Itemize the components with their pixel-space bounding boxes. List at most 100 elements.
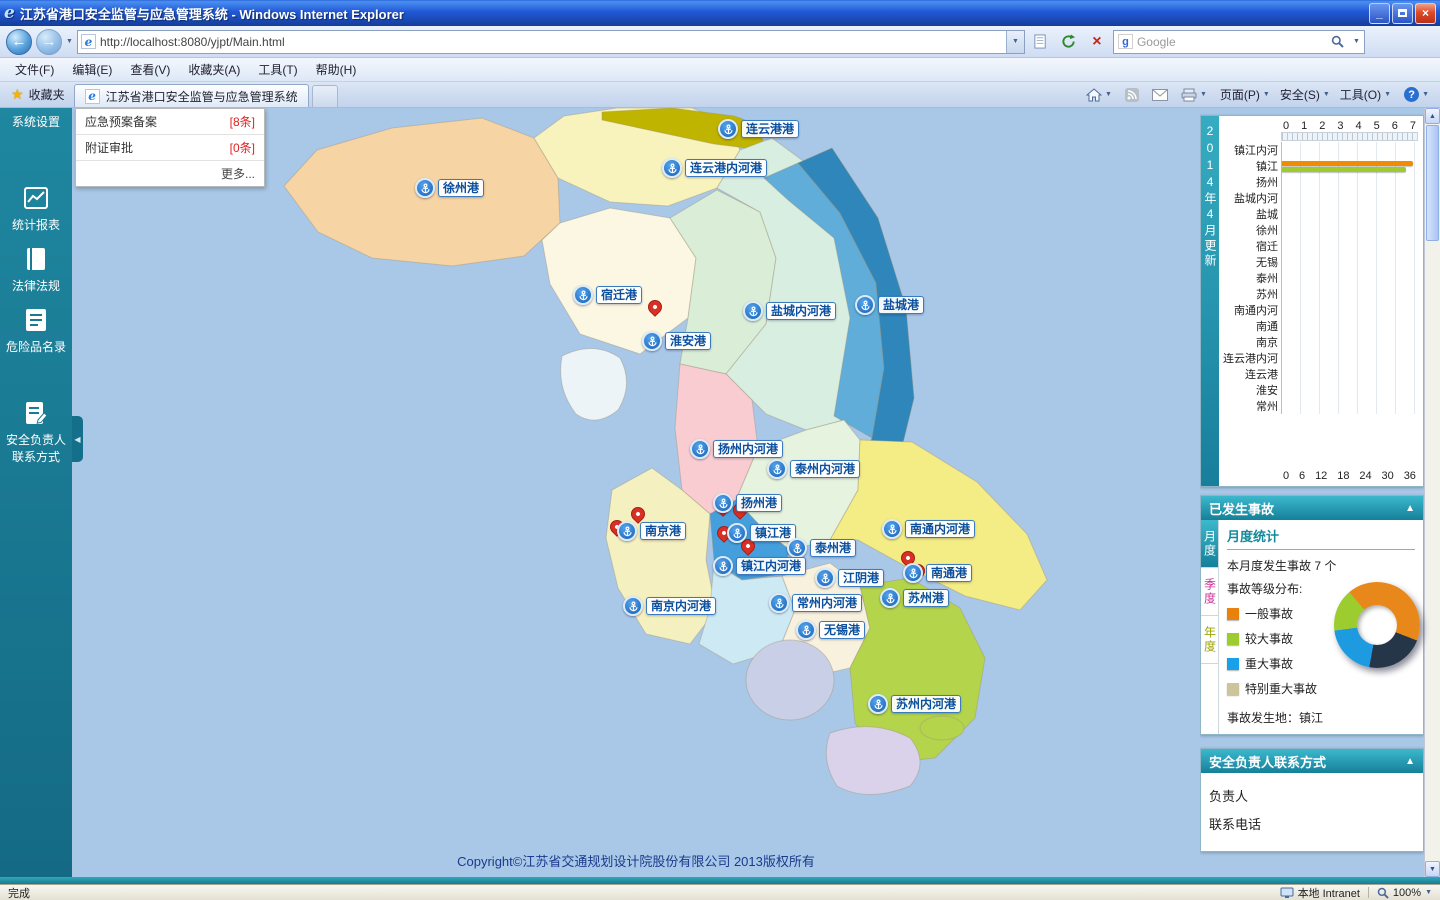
accident-period-tab[interactable]: 年度 [1201,616,1218,664]
chart-row-label: 常州 [1256,401,1278,413]
back-button[interactable]: ← [6,28,32,55]
port-marker[interactable]: 南通港 [903,563,973,583]
port-marker[interactable]: 镇江港 [727,523,797,543]
mail-button[interactable] [1147,87,1173,103]
menu-item[interactable]: 收藏夹(A) [179,58,249,81]
google-icon: g [1117,34,1133,49]
search-box[interactable]: g Google ▼ [1112,29,1365,54]
scroll-thumb[interactable] [1426,125,1439,241]
chart-tickband [1281,132,1418,141]
port-label: 泰州内河港 [790,460,861,478]
port-marker[interactable]: 宿迁港 [573,285,643,305]
magnifier-icon [1377,887,1389,899]
forward-button[interactable]: → [36,28,62,55]
chart-row-bars [1281,206,1418,222]
contact-panel-title: 安全负责人联系方式 [1209,754,1327,770]
port-marker[interactable]: 泰州港 [787,538,857,558]
help-button[interactable]: ? ▼ [1399,85,1434,104]
scroll-up-button[interactable]: ▲ [1425,108,1440,124]
axis-tick: 36 [1403,470,1416,482]
port-marker[interactable]: 无锡港 [796,620,866,640]
collapse-up-icon[interactable]: ▲ [1405,503,1415,514]
stop-button[interactable]: × [1085,30,1109,54]
sidebar-collapse-handle[interactable]: ◀ [72,416,83,462]
minimize-button[interactable]: _ [1369,2,1390,24]
sidebar-item[interactable]: 危险品名录 [0,301,72,362]
chart-row-label: 南京 [1256,337,1278,349]
home-button[interactable]: ▼ [1081,86,1117,104]
port-marker[interactable]: 盐城港 [855,295,925,315]
collapse-up-icon[interactable]: ▲ [1405,756,1415,767]
print-button[interactable]: ▼ [1176,86,1212,104]
notice-row[interactable]: 附证审批 [0条] [76,135,264,161]
port-marker[interactable]: 南京港 [617,521,687,541]
sidebar-item-label: 统计报表 [11,218,60,232]
favorites-label: 收藏夹 [28,88,65,102]
menu-item[interactable]: 文件(F) [6,58,63,81]
contact-panel-header[interactable]: 安全负责人联系方式 ▲ [1201,749,1423,773]
menu-item[interactable]: 编辑(E) [63,58,121,81]
port-marker[interactable]: 盐城内河港 [743,301,837,321]
port-marker[interactable]: 徐州港 [415,178,485,198]
toolbar-button[interactable]: 页面(P) ▼ [1215,84,1275,105]
search-button[interactable] [1325,30,1349,54]
accident-period-tab[interactable]: 季度 [1201,568,1218,616]
close-button[interactable]: × [1415,2,1436,24]
compatibility-view-button[interactable] [1029,30,1053,54]
accident-period-tab[interactable]: 月度 [1201,520,1218,568]
notice-more-link[interactable]: 更多... [76,161,264,186]
vertical-scrollbar[interactable]: ▲ ▼ [1424,108,1440,877]
browser-tab[interactable]: e 江苏省港口安全监管与应急管理系统 [73,84,309,107]
toolbar-button[interactable]: 安全(S) ▼ [1275,84,1335,105]
url-dropdown[interactable]: ▼ [1005,30,1024,53]
port-marker[interactable]: 苏州内河港 [868,694,962,714]
port-marker[interactable]: 江阴港 [815,568,885,588]
axis-tick: 5 [1373,120,1380,132]
port-marker[interactable]: 扬州港 [713,493,783,513]
port-marker[interactable]: 南京内河港 [623,596,717,616]
port-marker[interactable]: 镇江内河港 [713,556,807,576]
menu-item[interactable]: 查看(V) [121,58,179,81]
notice-row[interactable]: 应急预案备案 [8条] [76,109,264,135]
port-marker[interactable]: 常州内河港 [769,593,863,613]
chart-row: 盐城 [1219,206,1418,222]
favorites-button[interactable]: ★ 收藏夹 [2,82,74,107]
scroll-track[interactable] [1425,242,1440,861]
port-marker[interactable]: 淮安港 [642,331,712,351]
toolbar-button[interactable]: 工具(O) ▼ [1335,84,1396,105]
accident-panel-header[interactable]: 已发生事故 ▲ [1201,496,1423,520]
zoom-control[interactable]: 100% ▼ [1377,887,1432,899]
url-field[interactable]: e http://localhost:8080/yjpt/Main.html ▼ [76,29,1025,54]
rss-icon [1124,87,1139,102]
title-bar: e 江苏省港口安全监管与应急管理系统 - Windows Internet Ex… [0,0,1440,26]
map-area[interactable]: 连云港港连云港内河港徐州港宿迁港淮安港 盐城内河港 盐城港扬州内河港 泰州内河港 扬州港… [72,108,1200,877]
chart-row-label: 南通内河 [1234,305,1278,317]
sidebar-item-label: 安全负责人 联系方式 [5,433,66,464]
history-dropdown[interactable]: ▼ [66,38,73,45]
status-text: 完成 [8,887,30,900]
scroll-down-button[interactable]: ▼ [1425,861,1440,877]
incident-pin-icon[interactable] [645,297,665,317]
sidebar-item[interactable]: 安全负责人 联系方式 [0,394,72,472]
sidebar-item[interactable]: 统计报表 [0,179,72,240]
axis-tick: 7 [1409,120,1416,132]
port-marker[interactable]: 连云港港 [718,119,800,139]
feeds-button[interactable] [1120,86,1144,104]
new-tab-stub[interactable] [311,85,338,107]
search-options-dropdown[interactable]: ▼ [1353,38,1360,45]
menu-item[interactable]: 帮助(H) [307,58,366,81]
sidebar-item[interactable]: 法律法规 [0,240,72,301]
port-marker[interactable]: 南通内河港 [882,519,976,539]
port-marker[interactable]: 连云港内河港 [662,158,768,178]
menu-item[interactable]: 工具(T) [249,58,306,81]
page-icon: e [80,34,96,49]
refresh-button[interactable] [1057,30,1081,54]
chevron-down-icon: ▼ [1384,91,1392,98]
port-label: 常州内河港 [792,594,863,612]
port-marker[interactable]: 泰州内河港 [767,459,861,479]
port-marker[interactable]: 扬州内河港 [690,439,784,459]
port-marker[interactable]: 苏州港 [880,588,950,608]
sidebar-item[interactable]: 系统设置 [0,110,72,141]
maximize-button[interactable] [1392,2,1413,24]
port-label: 盐城港 [878,296,925,314]
